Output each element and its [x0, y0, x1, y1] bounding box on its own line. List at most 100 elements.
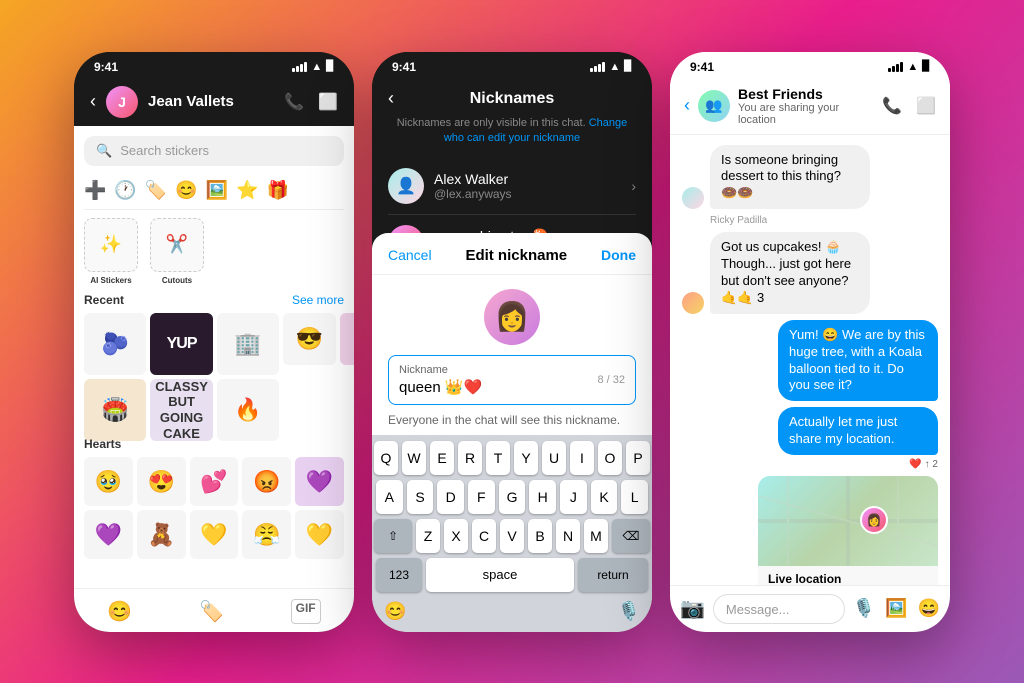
sticker-item[interactable]: CLASSY BUT GOING CAKE [150, 379, 212, 441]
photo-icon[interactable]: 🖼️ [885, 598, 907, 619]
key-b[interactable]: B [528, 519, 552, 553]
hearts-label: Hearts [84, 437, 121, 451]
key-x[interactable]: X [444, 519, 468, 553]
search-input[interactable]: Search stickers [120, 143, 209, 158]
clock-icon[interactable]: 🕐 [114, 180, 136, 201]
phone-call-icon[interactable]: 📞 [882, 96, 902, 116]
key-m[interactable]: M [584, 519, 608, 553]
camera-icon[interactable]: 📷 [680, 596, 705, 621]
key-r[interactable]: R [458, 441, 482, 475]
sticker-icon-tab[interactable]: 🏷️ [145, 180, 167, 201]
video-icon-1[interactable]: ⬜ [318, 92, 338, 112]
key-g[interactable]: G [499, 480, 526, 514]
key-k[interactable]: K [591, 480, 618, 514]
battery-icon-3: ▉ [922, 61, 930, 72]
back-icon-2[interactable]: ‹ [388, 88, 394, 109]
nicknames-subtitle: Nicknames are only visible in this chat.… [388, 116, 636, 147]
mic-keyboard-icon[interactable]: 🎙️ [618, 601, 640, 622]
nickname-item-1[interactable]: 👤 Alex Walker @lex.anyways › [388, 158, 636, 215]
plus-icon[interactable]: ➕ [84, 180, 106, 201]
key-v[interactable]: V [500, 519, 524, 553]
key-t[interactable]: T [486, 441, 510, 475]
key-z[interactable]: Z [416, 519, 440, 553]
key-a[interactable]: A [376, 480, 403, 514]
key-o[interactable]: O [598, 441, 622, 475]
sticker-item[interactable]: 🫐 [84, 313, 146, 375]
key-n[interactable]: N [556, 519, 580, 553]
key-s[interactable]: S [407, 480, 434, 514]
input-value[interactable]: queen 👑❤️ [399, 378, 482, 396]
key-e[interactable]: E [430, 441, 454, 475]
emoji-keyboard-icon[interactable]: 😊 [384, 601, 406, 622]
key-j[interactable]: J [560, 480, 587, 514]
key-y[interactable]: Y [514, 441, 538, 475]
search-bar[interactable]: 🔍 Search stickers [84, 136, 344, 166]
sticker-tab[interactable]: 🏷️ [199, 599, 224, 624]
msg-bubble-2: Got us cupcakes! 🧁 Though... just got he… [710, 232, 870, 314]
emoji-tab[interactable]: 😊 [107, 599, 132, 624]
keyboard: Q W E R T Y U I O P A S D [372, 435, 652, 632]
star-icon-tab[interactable]: ⭐ [236, 180, 258, 201]
status-time-1: 9:41 [94, 60, 118, 74]
key-u[interactable]: U [542, 441, 566, 475]
sticker-item[interactable]: 🥹 [84, 457, 133, 506]
sticker-item[interactable]: 🏟️ [84, 379, 146, 441]
sticker-item[interactable]: 💜 [84, 510, 133, 559]
sticker-item[interactable]: 😎 [283, 313, 336, 366]
chat-actions: 📞 ⬜ [882, 96, 936, 116]
sticker-item[interactable]: 😡 [242, 457, 291, 506]
emoji-icon-tab[interactable]: 😊 [175, 180, 197, 201]
sticker-item[interactable]: 💛 [190, 510, 239, 559]
key-f[interactable]: F [468, 480, 495, 514]
key-123[interactable]: 123 [376, 558, 422, 592]
key-p[interactable]: P [626, 441, 650, 475]
chat-header-3: ‹ 👥 Best Friends You are sharing your lo… [670, 78, 950, 135]
sticker-item[interactable]: 🏢 [217, 313, 279, 375]
see-more-link[interactable]: See more [292, 293, 344, 307]
key-q[interactable]: Q [374, 441, 398, 475]
keyboard-bottom: 😊 🎙️ [376, 597, 648, 626]
sticker-item[interactable]: 😤 [242, 510, 291, 559]
key-c[interactable]: C [472, 519, 496, 553]
sticker-item[interactable]: 😍 [137, 457, 186, 506]
gif-tab[interactable]: GIF [291, 599, 321, 624]
key-d[interactable]: D [437, 480, 464, 514]
back-icon-3[interactable]: ‹ [684, 95, 690, 116]
mic-icon[interactable]: 🎙️ [853, 598, 875, 619]
key-shift[interactable]: ⇧ [374, 519, 412, 553]
sticker-item[interactable]: 🔥 [217, 379, 279, 441]
wifi-icon-3: ▲ [907, 61, 918, 73]
video-call-icon[interactable]: ⬜ [916, 96, 936, 116]
cancel-button[interactable]: Cancel [388, 247, 432, 263]
chat-header-1: ‹ J Jean Vallets 📞 ⬜ [74, 78, 354, 126]
sticker-chat-icon[interactable]: 😄 [918, 598, 940, 619]
key-i[interactable]: I [570, 441, 594, 475]
modal-title: Edit nickname [465, 247, 567, 264]
key-l[interactable]: L [621, 480, 648, 514]
message-input[interactable]: Message... [713, 594, 845, 624]
sticker-item[interactable]: 💕 [190, 457, 239, 506]
sticker-item[interactable]: YUP [150, 313, 212, 375]
chat-messages: Is someone bringing dessert to this thin… [670, 135, 950, 585]
hearts-stickers-grid: 🥹 😍 💕 😡 💜 💜 🧸 💛 😤 💛 [84, 457, 344, 559]
key-w[interactable]: W [402, 441, 426, 475]
key-h[interactable]: H [529, 480, 556, 514]
key-return[interactable]: return [578, 558, 648, 592]
gift-icon-tab[interactable]: 🎁 [267, 180, 289, 201]
sticker-item[interactable]: 💜 [295, 457, 344, 506]
cutouts-button[interactable]: ✂️ [150, 218, 204, 272]
key-space[interactable]: space [426, 558, 574, 592]
phone-icon-1[interactable]: 📞 [284, 92, 304, 112]
nickname-input-container[interactable]: Nickname queen 👑❤️ 8 / 32 [388, 355, 636, 405]
sticker-item[interactable]: 💋 [340, 313, 354, 366]
phone-nicknames: 9:41 ▲ ▉ ‹ Nicknames Nicknames are only … [372, 52, 652, 632]
back-icon-1[interactable]: ‹ [90, 91, 96, 112]
done-button[interactable]: Done [601, 247, 636, 263]
nickname-info-1: Alex Walker @lex.anyways [434, 171, 621, 201]
ai-stickers-button[interactable]: ✨ [84, 218, 138, 272]
sticker-item[interactable]: 🧸 [137, 510, 186, 559]
sticker-item[interactable]: 💛 [295, 510, 344, 559]
key-delete[interactable]: ⌫ [612, 519, 650, 553]
reaction-row: ❤️↑ 2 [909, 459, 938, 470]
heart-icon-tab[interactable]: 🖼️ [206, 180, 228, 201]
